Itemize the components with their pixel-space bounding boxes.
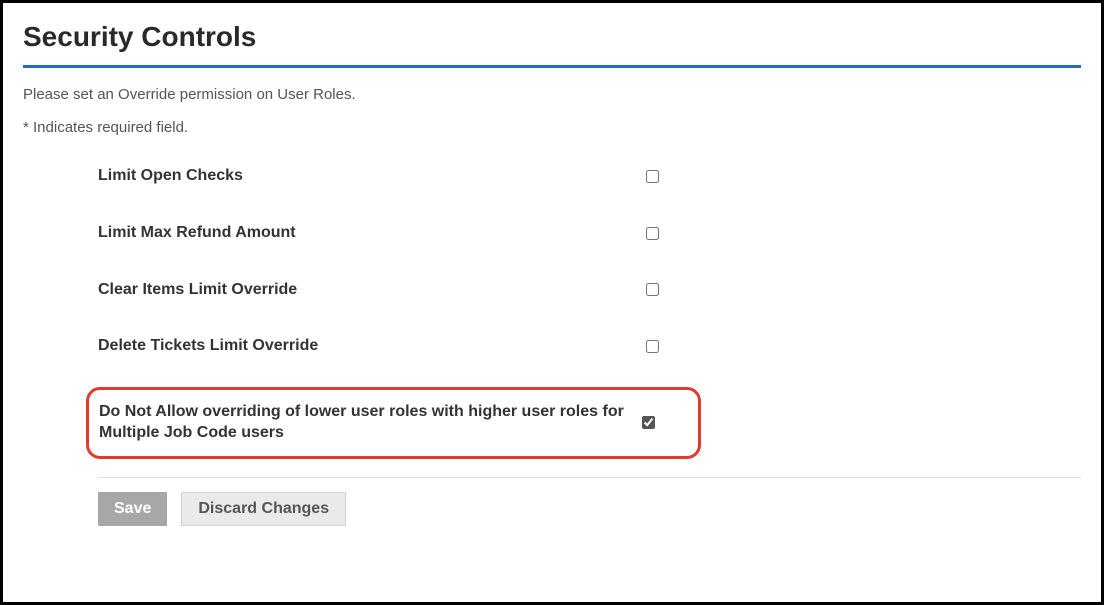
control-row-clear-items-limit: Clear Items Limit Override — [98, 280, 1081, 301]
checkbox-clear-items-limit[interactable] — [646, 283, 659, 296]
control-row-limit-open-checks: Limit Open Checks — [98, 166, 1081, 187]
control-label: Clear Items Limit Override — [98, 280, 638, 301]
control-label: Limit Open Checks — [98, 166, 638, 187]
required-field-note: * Indicates required field. — [23, 119, 1081, 136]
checkbox-limit-max-refund[interactable] — [646, 227, 659, 240]
title-divider — [23, 65, 1081, 68]
checkbox-delete-tickets-limit[interactable] — [646, 340, 659, 353]
action-button-row: Save Discard Changes — [23, 492, 1081, 526]
save-button[interactable]: Save — [98, 492, 167, 526]
intro-text: Please set an Override permission on Use… — [23, 86, 1081, 103]
checkbox-limit-open-checks[interactable] — [646, 170, 659, 183]
control-label: Delete Tickets Limit Override — [98, 336, 638, 357]
control-row-delete-tickets-limit: Delete Tickets Limit Override — [98, 336, 1081, 357]
page-title: Security Controls — [23, 21, 1081, 53]
control-row-limit-max-refund: Limit Max Refund Amount — [98, 223, 1081, 244]
control-label: Do Not Allow overriding of lower user ro… — [99, 402, 634, 444]
discard-changes-button[interactable]: Discard Changes — [181, 492, 346, 526]
checkbox-do-not-allow-override[interactable] — [642, 416, 655, 429]
control-row-do-not-allow-override: Do Not Allow overriding of lower user ro… — [86, 387, 701, 459]
control-label: Limit Max Refund Amount — [98, 223, 638, 244]
section-divider — [98, 477, 1081, 478]
security-controls-list: Limit Open Checks Limit Max Refund Amoun… — [23, 166, 1081, 459]
